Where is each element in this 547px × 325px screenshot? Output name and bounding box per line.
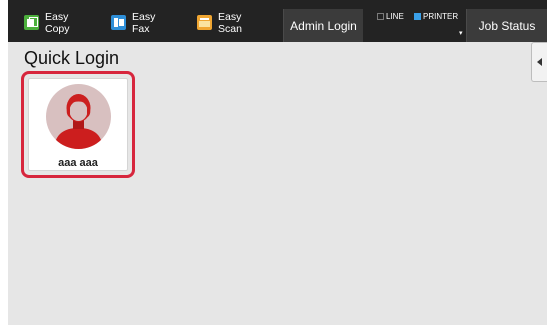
easy-scan-label: Easy Scan <box>218 11 242 35</box>
top-toolbar: Easy Copy Easy Fax Easy Scan Admin Login… <box>8 0 547 42</box>
page-title: Quick Login <box>24 48 120 68</box>
user-name-label: aaa aaa <box>58 157 98 169</box>
app-window: Easy Copy Easy Fax Easy Scan Admin Login… <box>8 0 547 325</box>
printer-indicator: PRINTER <box>414 11 458 21</box>
easy-scan-button[interactable]: Easy Scan <box>197 11 242 39</box>
printer-status-icon <box>414 12 421 20</box>
line-status-icon <box>377 12 384 20</box>
easy-fax-icon <box>111 15 126 30</box>
collapse-left-icon <box>537 58 542 66</box>
easy-copy-label: Easy Copy <box>45 11 70 35</box>
easy-copy-icon <box>24 15 39 30</box>
easy-fax-button[interactable]: Easy Fax <box>111 11 155 39</box>
user-tile-body: aaa aaa <box>28 78 128 171</box>
easy-fax-label: Easy Fax <box>132 11 156 35</box>
line-indicator: LINE <box>377 11 404 21</box>
status-expand-icon[interactable]: ▾ <box>459 29 463 37</box>
admin-login-button[interactable]: Admin Login <box>283 9 363 42</box>
side-panel-toggle[interactable] <box>531 42 547 82</box>
user-tile[interactable]: aaa aaa <box>21 71 135 178</box>
job-status-button[interactable]: Job Status <box>466 9 547 42</box>
easy-scan-icon <box>197 15 212 30</box>
easy-copy-button[interactable]: Easy Copy <box>24 11 70 39</box>
user-avatar-icon <box>46 84 111 149</box>
